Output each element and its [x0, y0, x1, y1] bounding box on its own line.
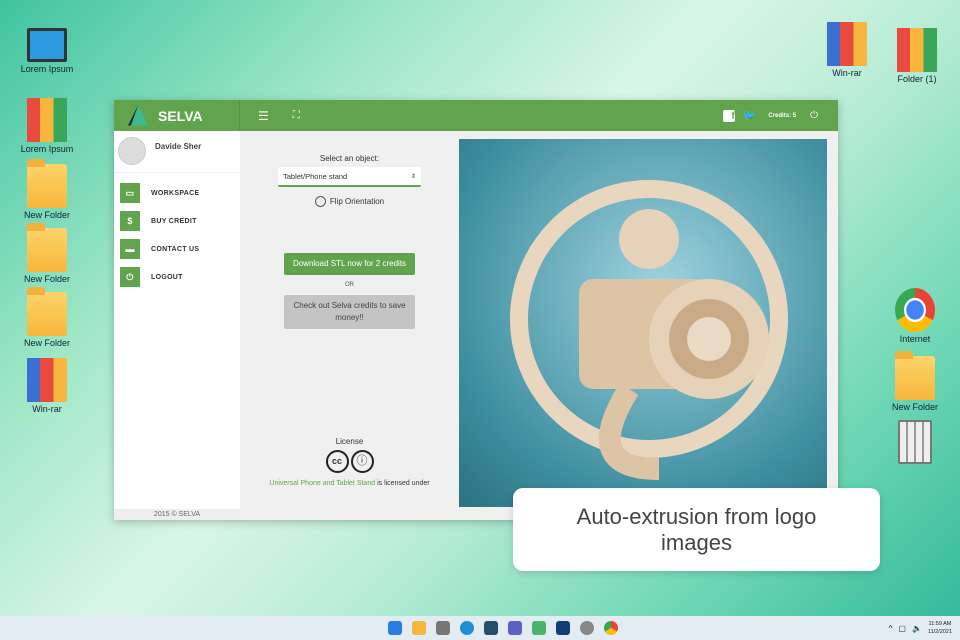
selva-credits-button[interactable]: Check out Selva credits to save money!! — [284, 295, 415, 329]
maps-icon[interactable] — [532, 621, 546, 635]
icon-label: New Folder — [23, 210, 70, 220]
volume-icon[interactable]: 🔈 — [912, 624, 922, 633]
nav-logout[interactable]: ⏻ LOGOUT — [114, 263, 240, 291]
app-header: SELVA ☰ ⛶ f 🐦 Credits: 5 ⏻ — [114, 100, 838, 131]
binders-icon — [27, 98, 67, 142]
file-explorer-icon[interactable] — [412, 621, 426, 635]
footer: 2015 © SELVA — [114, 509, 240, 520]
license-rest: is licensed under — [375, 480, 430, 487]
windows-start-icon[interactable] — [388, 621, 402, 635]
app-window: SELVA ☰ ⛶ f 🐦 Credits: 5 ⏻ Davide Sher ▭… — [114, 100, 838, 520]
power-icon: ⏻ — [120, 267, 140, 287]
teams-icon[interactable] — [508, 621, 522, 635]
monitor-icon: ▭ — [120, 183, 140, 203]
workspace-panel: Select an object: Tablet/Phone stand ⇕ Fl… — [240, 131, 459, 520]
desktop-icon[interactable]: New Folder — [12, 287, 82, 348]
or-label: OR — [345, 282, 354, 288]
nav-label: BUY CREDIT — [151, 217, 197, 225]
license-link[interactable]: Universal Phone and Tablet Stand — [269, 480, 375, 487]
settings-icon[interactable] — [580, 621, 594, 635]
camera-app-icon[interactable] — [436, 621, 450, 635]
folder-icon — [27, 287, 67, 336]
avatar — [118, 137, 146, 165]
winrar-icon — [827, 22, 867, 66]
radio-label: Flip Orientation — [329, 197, 385, 206]
brand-name: SELVA — [158, 107, 203, 124]
nav-label: CONTACT US — [151, 245, 200, 253]
clock[interactable]: 11:59 AM 11/2/2021 — [928, 620, 952, 636]
select-value: Tablet/Phone stand — [283, 171, 348, 181]
icon-label: New Folder — [891, 402, 938, 412]
logo-preview-image — [459, 139, 827, 507]
chevron-up-icon[interactable]: ^ — [889, 624, 893, 633]
network-icon[interactable]: ▢ — [898, 624, 906, 633]
envelope-icon: ▬ — [120, 239, 140, 259]
license-heading: License — [335, 437, 364, 446]
camera-logo-render — [510, 180, 788, 480]
icon-label: Folder (1) — [897, 74, 937, 84]
winrar-icon — [27, 358, 67, 402]
icon-label: Lorem Ipsum — [20, 144, 74, 154]
desktop-icon[interactable]: Lorem Ipsum — [12, 98, 82, 154]
icon-label: Win-rar — [832, 68, 862, 78]
nav-workspace[interactable]: ▭ WORKSPACE — [114, 179, 240, 207]
brand[interactable]: SELVA — [114, 100, 240, 131]
logo-icon — [128, 105, 148, 126]
updown-icon: ⇕ — [410, 173, 416, 180]
credits-count: Credits: 5 — [768, 112, 797, 119]
desktop-icon[interactable]: Lorem Ipsum — [12, 28, 82, 74]
select-label: Select an object: — [319, 154, 380, 163]
desktop-icon[interactable]: New Folder — [12, 159, 82, 220]
date: 11/2/2021 — [927, 629, 952, 635]
folder-icon — [895, 351, 935, 400]
nav-contact-us[interactable]: ▬ CONTACT US — [114, 235, 240, 263]
download-stl-button[interactable]: Download STL now for 2 credits — [284, 253, 415, 275]
menu-icon[interactable]: ☰ — [258, 109, 269, 123]
desktop-icon[interactable]: New Folder — [12, 223, 82, 284]
flip-orientation-radio[interactable]: Flip Orientation — [240, 196, 459, 207]
feature-caption: Auto-extrusion from logo images — [513, 488, 880, 571]
icon-label: Lorem Ipsum — [20, 64, 74, 74]
desktop-icon[interactable]: Folder (1) — [882, 28, 952, 84]
taskbar: ^ ▢ 🔈 11:59 AM 11/2/2021 — [0, 616, 960, 640]
sidebar: Davide Sher ▭ WORKSPACE $ BUY CREDIT ▬ CONT… — [114, 131, 240, 520]
active-app-icon[interactable] — [556, 621, 570, 635]
nav-label: LOGOUT — [151, 273, 183, 281]
icon-label: Internet — [899, 334, 931, 344]
desktop-icon[interactable]: Internet — [880, 288, 950, 344]
facebook-icon[interactable]: f — [722, 109, 735, 122]
license-text: Universal Phone and Tablet Stand is lice… — [240, 477, 459, 490]
edge-icon[interactable] — [460, 621, 474, 635]
folder-icon — [27, 223, 67, 272]
recycle-bin-icon — [898, 420, 932, 464]
time: 11:59 AM — [928, 621, 952, 627]
folder-icon — [27, 159, 67, 208]
desktop-icon[interactable]: New Folder — [880, 351, 950, 412]
twitter-icon[interactable]: 🐦 — [743, 109, 757, 122]
caption-text: Auto-extrusion from logo images — [576, 503, 817, 555]
icon-label: Win-rar — [32, 404, 62, 414]
cc-by-icon: cc ⓘ — [240, 450, 459, 473]
dollar-icon: $ — [120, 211, 140, 231]
chrome-icon — [895, 288, 935, 332]
user-profile: Davide Sher — [114, 131, 240, 173]
binders-icon — [897, 28, 937, 72]
nav-buy-credit[interactable]: $ BUY CREDIT — [114, 207, 240, 235]
icon-label: New Folder — [23, 274, 70, 284]
desktop-icon[interactable]: Win-rar — [812, 22, 882, 78]
object-select[interactable]: Tablet/Phone stand ⇕ — [278, 167, 421, 187]
store-icon[interactable] — [484, 621, 498, 635]
desktop-icon[interactable]: Win-rar — [12, 358, 82, 414]
desktop-icon[interactable] — [880, 420, 950, 466]
radio-icon — [314, 196, 326, 207]
user-name: Davide Sher — [155, 142, 202, 151]
icon-label: New Folder — [23, 338, 70, 348]
chrome-icon[interactable] — [604, 621, 618, 635]
fullscreen-icon[interactable]: ⛶ — [293, 110, 300, 121]
computer-icon — [27, 28, 67, 62]
power-icon[interactable]: ⏻ — [810, 110, 818, 121]
nav-label: WORKSPACE — [151, 189, 200, 197]
